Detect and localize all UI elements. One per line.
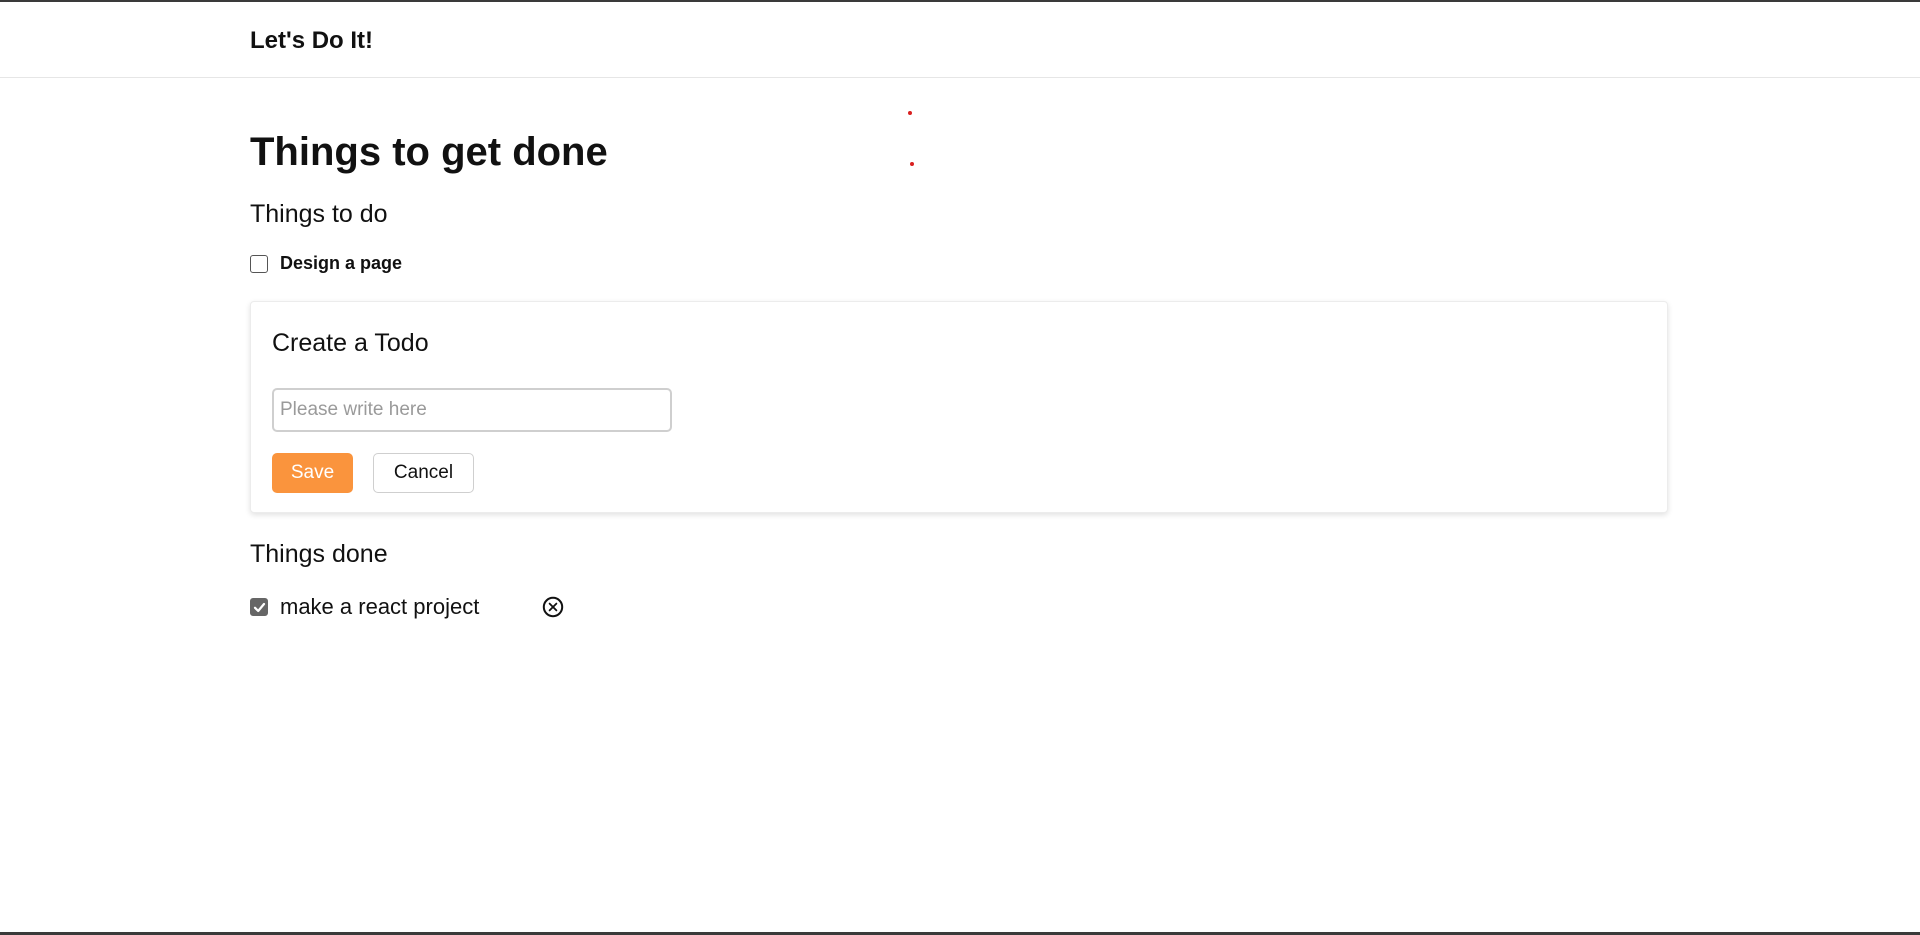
create-todo-title: Create a Todo <box>272 329 429 357</box>
checkmark-icon <box>253 602 265 612</box>
todo-item[interactable]: Design a page <box>250 253 402 274</box>
things-to-do-heading: Things to do <box>250 200 388 228</box>
page-title: Things to get done <box>250 130 608 174</box>
app-window: Let's Do It! Things to get done Things t… <box>0 0 1920 935</box>
todo-checkbox[interactable] <box>250 254 268 273</box>
marker-dot <box>908 111 912 115</box>
done-item[interactable]: make a react project <box>250 594 564 620</box>
save-button[interactable]: Save <box>272 453 353 493</box>
brand-title[interactable]: Let's Do It! <box>250 27 373 55</box>
cancel-button[interactable]: Cancel <box>373 453 474 493</box>
circle-x-icon[interactable] <box>542 596 564 618</box>
navbar: Let's Do It! <box>0 2 1920 78</box>
done-item-label: make a react project <box>280 594 480 619</box>
done-checkbox[interactable] <box>250 598 268 616</box>
things-done-heading: Things done <box>250 540 388 568</box>
marker-dot <box>910 162 914 166</box>
todo-input[interactable] <box>272 388 672 432</box>
todo-item-label: Design a page <box>280 253 403 273</box>
create-todo-card: Create a Todo Save Cancel <box>250 301 1668 513</box>
